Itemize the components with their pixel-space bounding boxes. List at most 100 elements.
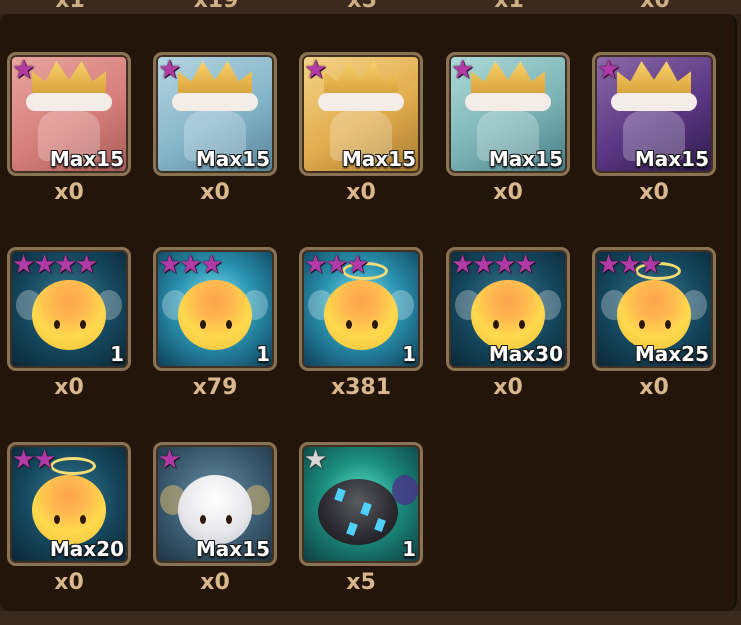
level-badge: Max15 [195,147,270,171]
top-count: x5 [347,0,377,13]
crystal-icon [334,487,346,503]
monster-card-1[interactable]: ★ Max15 x0 [7,52,133,222]
star-rating: ★ [158,446,181,474]
star-icon: ★ [304,445,328,475]
crown-fur [318,93,404,111]
level-badge: 1 [256,342,270,366]
eye [54,320,60,329]
star-rating: ★ [304,56,327,84]
eye [200,320,206,329]
level-badge: Max15 [49,147,124,171]
eye [519,320,525,329]
monster-card-11[interactable]: ★ ★ Max20 x0 [7,442,133,612]
monster-card-8[interactable]: ★ ★ ★ 1 x381 [299,247,425,417]
eye [226,515,232,524]
angelmon-body [324,280,398,350]
level-badge: Max20 [49,537,124,561]
star-rating: ★ [304,446,327,474]
monster-portrait: ★ ★ ★ 1 [299,247,423,371]
star-rating: ★ [12,56,35,84]
monster-portrait: ★ ★ ★ ★ Max30 [446,247,570,371]
monster-portrait: ★ ★ ★ Max25 [592,247,716,371]
monster-card-13[interactable]: ★ 1 x5 [299,442,425,612]
monster-card-3[interactable]: ★ Max15 x0 [299,52,425,222]
eye [80,515,86,524]
star-icon: ★ [451,55,475,85]
devilmon-body [318,479,398,545]
level-badge: Max15 [341,147,416,171]
eye [54,515,60,524]
crown-fur [172,93,258,111]
crown-fur [26,93,112,111]
owned-count: x5 [346,570,376,595]
angelmon-body [32,475,106,545]
crystal-icon [346,521,358,537]
eye [200,515,206,524]
crown-fur [611,93,697,111]
eye [665,320,671,329]
eye [346,320,352,329]
monster-card-5[interactable]: ★ Max15 x0 [592,52,718,222]
level-badge: Max15 [195,537,270,561]
monster-portrait: ★ Max15 [592,52,716,176]
monster-portrait: ★ ★ Max20 [7,442,131,566]
crown-icon [178,61,252,95]
eye [226,320,232,329]
monster-card-2[interactable]: ★ Max15 x0 [153,52,279,222]
crown-icon [32,61,106,95]
monster-portrait: ★ Max15 [153,52,277,176]
star-rating: ★ ★ ★ [158,251,223,279]
angelmon-body [471,280,545,350]
star-rating: ★ ★ ★ ★ [451,251,537,279]
owned-count: x0 [493,180,523,205]
level-badge: Max25 [634,342,709,366]
crown-icon [324,61,398,95]
owned-count: x0 [200,180,230,205]
star-icon: ★ [200,250,224,280]
monster-card-10[interactable]: ★ ★ ★ Max25 x0 [592,247,718,417]
eye [493,320,499,329]
bottom-bar [0,611,741,625]
level-badge: 1 [402,342,416,366]
owned-count: x0 [54,375,84,400]
monster-portrait: ★ Max15 [7,52,131,176]
level-badge: Max15 [488,147,563,171]
monster-card-6[interactable]: ★ ★ ★ ★ 1 x0 [7,247,133,417]
monster-card-4[interactable]: ★ Max15 x0 [446,52,572,222]
owned-count: x0 [54,180,84,205]
star-rating: ★ [158,56,181,84]
star-icon: ★ [639,250,663,280]
star-icon: ★ [346,250,370,280]
owned-count: x0 [54,570,84,595]
angelmon-body [32,280,106,350]
star-icon: ★ [158,55,182,85]
level-badge: Max30 [488,342,563,366]
angelmon-body [178,475,252,545]
top-count-strip: x1 x19 x5 x1 x0 [0,0,741,14]
crown-fur [465,93,551,111]
top-count: x0 [640,0,670,13]
owned-count: x0 [639,180,669,205]
star-rating: ★ ★ ★ [597,251,662,279]
star-rating: ★ ★ [12,446,56,474]
angelmon-body [178,280,252,350]
top-count: x1 [494,0,524,13]
owned-count: x0 [639,375,669,400]
top-count: x1 [55,0,85,13]
monster-card-9[interactable]: ★ ★ ★ ★ Max30 x0 [446,247,572,417]
star-icon: ★ [304,55,328,85]
star-rating: ★ ★ ★ ★ [12,251,98,279]
level-badge: 1 [110,342,124,366]
owned-count: x0 [200,570,230,595]
star-icon: ★ [33,445,57,475]
star-icon: ★ [597,55,621,85]
star-rating: ★ [597,56,620,84]
monster-card-12[interactable]: ★ Max15 x0 [153,442,279,612]
monster-portrait: ★ ★ ★ ★ 1 [7,247,131,371]
star-icon: ★ [158,445,182,475]
crystal-icon [360,501,372,517]
star-icon: ★ [75,250,99,280]
star-icon: ★ [12,55,36,85]
level-badge: 1 [402,537,416,561]
monster-card-7[interactable]: ★ ★ ★ 1 x79 [153,247,279,417]
